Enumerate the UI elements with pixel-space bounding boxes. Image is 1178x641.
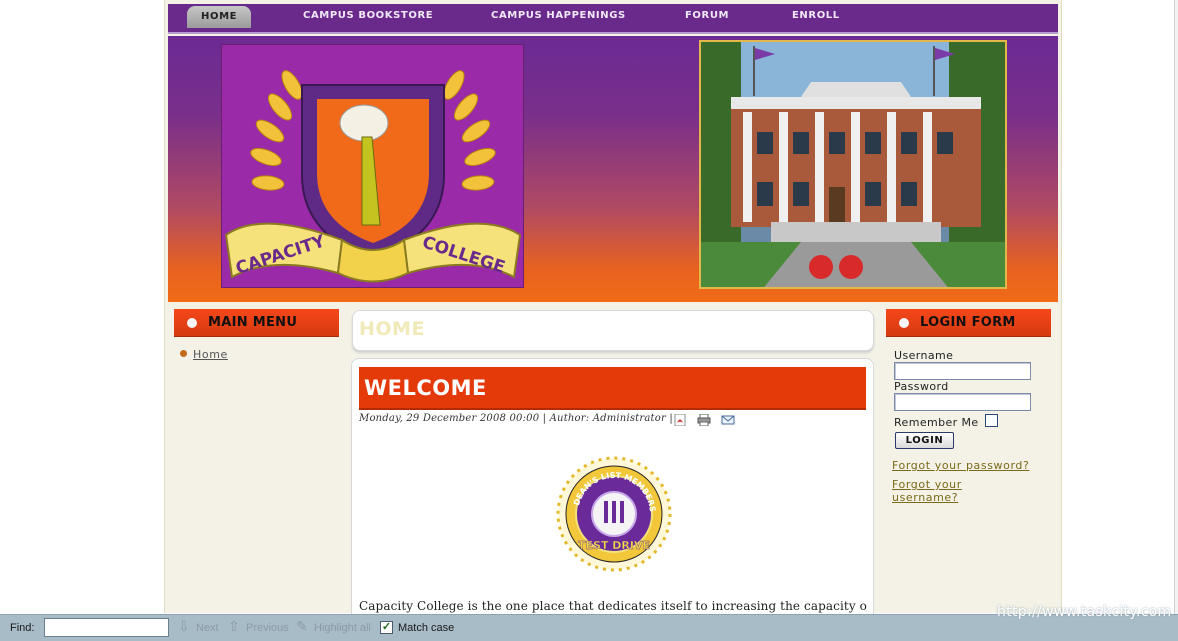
find-next-button[interactable]: Next	[196, 622, 219, 634]
section-title: HOME	[359, 318, 425, 340]
article-title: WELCOME	[359, 367, 866, 410]
arrow-down-icon: ⇩	[178, 618, 190, 634]
forgot-username-link[interactable]: Forgot your username?	[892, 478, 1012, 504]
match-case-label[interactable]: Match case	[398, 622, 454, 634]
match-case-checkbox[interactable]: ✓	[380, 621, 393, 634]
login-form-header: LOGIN FORM	[886, 309, 1051, 337]
login-button[interactable]: LOGIN	[895, 432, 954, 449]
nav-campus-happenings[interactable]: CAMPUS HAPPENINGS	[491, 7, 626, 29]
deans-list-badge: DEAN'S LIST MEMBERSHIP TEST DRIVE	[550, 446, 675, 575]
password-input[interactable]	[894, 393, 1031, 411]
find-input[interactable]	[44, 618, 169, 637]
remember-me-label: Remember Me	[894, 416, 979, 429]
nav-enroll[interactable]: ENROLL	[792, 7, 840, 29]
menu-bullet-icon	[180, 350, 187, 357]
forgot-password-link[interactable]: Forgot your password?	[892, 459, 1029, 472]
menu-item-home[interactable]: Home	[193, 348, 228, 361]
nav-home[interactable]: HOME	[187, 6, 252, 28]
article-intro-text: Capacity College is the one place that d…	[359, 599, 867, 613]
username-input[interactable]	[894, 362, 1031, 380]
section-title-box	[352, 310, 874, 351]
window-edge	[1174, 0, 1178, 614]
nav-campus-bookstore[interactable]: CAMPUS BOOKSTORE	[303, 7, 433, 29]
print-icon[interactable]	[697, 414, 711, 426]
remember-me-checkbox[interactable]	[985, 414, 998, 427]
password-label: Password	[894, 380, 949, 393]
nav-forum[interactable]: FORUM	[685, 7, 729, 29]
article-meta: Monday, 29 December 2008 00:00 | Author:…	[359, 413, 673, 424]
find-label: Find:	[10, 622, 35, 634]
highlight-all-button[interactable]: Highlight all	[314, 622, 371, 634]
main-menu-header: MAIN MENU	[174, 309, 339, 337]
campus-building-photo	[699, 40, 1007, 289]
email-icon[interactable]	[721, 414, 735, 426]
highlighter-icon: ✎	[296, 618, 308, 634]
arrow-up-icon: ⇧	[228, 618, 240, 634]
pdf-icon[interactable]	[673, 414, 687, 426]
badge-bottom-text: TEST DRIVE	[578, 539, 650, 552]
watermark-url: http://www.taskcity.com	[997, 604, 1172, 620]
college-logo: CAPACITY COLLEGE	[221, 44, 524, 288]
find-previous-button[interactable]: Previous	[246, 622, 289, 634]
username-label: Username	[894, 349, 954, 362]
